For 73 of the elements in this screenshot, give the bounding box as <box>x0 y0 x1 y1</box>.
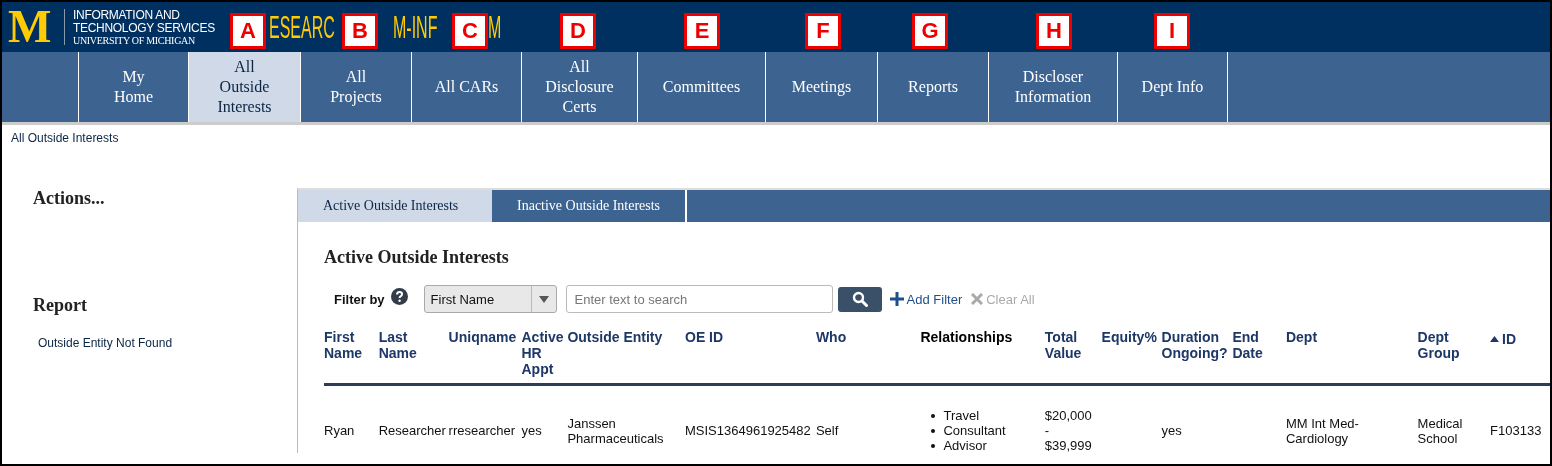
table-cell: Self <box>815 423 839 438</box>
search-button[interactable] <box>837 286 882 312</box>
callout-label: F <box>805 13 841 49</box>
org-name: UNIVERSITY OF MICHIGAN <box>73 34 196 46</box>
nav-tab[interactable]: All CARs <box>412 52 522 122</box>
nav-tab[interactable]: All Disclosure Certs <box>522 52 638 122</box>
table-cell: rresearcher <box>448 423 516 438</box>
table-cell: yes <box>1161 423 1182 438</box>
table-cell: Janssen Pharmaceuticals <box>567 415 664 446</box>
column-header[interactable]: Outside Entity <box>567 329 663 345</box>
callout-label: G <box>912 13 948 49</box>
site-title: ESEARC <box>269 9 335 45</box>
column-header[interactable]: Equity% <box>1101 329 1157 345</box>
column-header[interactable]: Duration Ongoing? <box>1161 329 1233 361</box>
sort-up-icon <box>1490 336 1500 342</box>
column-header: Relationships <box>920 329 1013 345</box>
nav-tab[interactable]: Committees <box>638 52 766 122</box>
org-name: INFORMATION AND <box>73 8 181 22</box>
column-header[interactable]: Active HR Appt <box>521 329 568 377</box>
filter-dropdown[interactable]: First Name <box>423 285 557 313</box>
section-title: Report <box>33 295 87 316</box>
callout-label: C <box>452 13 488 49</box>
section-title: Actions... <box>33 188 105 209</box>
filter-label: Filter by <box>334 291 385 307</box>
table-cell: MSIS1364961925482 <box>685 423 811 438</box>
report-link[interactable]: Outside Entity Not Found <box>38 336 173 350</box>
nav-tab[interactable]: All Projects <box>301 52 412 122</box>
callout-label: H <box>1036 13 1072 49</box>
column-header[interactable]: Uniqname <box>448 329 517 345</box>
column-header[interactable]: Dept <box>1285 329 1318 345</box>
relationship-item: Consultant <box>943 423 1006 438</box>
relationship-item: Travel <box>943 408 980 423</box>
nav-tab[interactable]: Reports <box>878 52 989 122</box>
caret-icon <box>538 295 549 303</box>
callout-label: I <box>1154 13 1190 49</box>
help-icon[interactable] <box>390 287 408 305</box>
table-cell: $20,000 - $39,999 <box>1044 408 1092 453</box>
site-title: M <box>488 9 502 45</box>
breadcrumb[interactable]: All Outside Interests <box>11 131 119 145</box>
logo: M <box>8 7 51 47</box>
column-header[interactable]: Last Name <box>378 329 449 361</box>
table-cell: MM Int Med- Cardiology <box>1285 415 1359 446</box>
panel-heading: Active Outside Interests <box>324 247 509 268</box>
table-cell: F103133 <box>1490 423 1542 438</box>
site-title: M-INF <box>393 9 438 45</box>
column-header[interactable]: First Name <box>324 329 379 361</box>
column-header[interactable]: Who <box>815 329 847 345</box>
column-header[interactable]: Total Value <box>1044 329 1102 361</box>
callout-label: D <box>560 13 596 49</box>
table-cell: Medical School <box>1417 415 1463 446</box>
tab[interactable]: Inactive Outside Interests <box>492 190 688 222</box>
close-icon <box>971 293 984 305</box>
add-filter-link[interactable]: Add Filter <box>889 291 963 307</box>
callout-label: B <box>342 13 378 49</box>
relationship-item: Advisor <box>943 438 987 453</box>
tab[interactable]: Active Outside Interests <box>298 190 492 222</box>
callout-label: A <box>230 13 266 49</box>
column-header[interactable]: Dept Group <box>1417 329 1491 361</box>
search-icon <box>851 291 868 307</box>
nav-tab[interactable]: Meetings <box>766 52 878 122</box>
table-cell: yes <box>521 423 542 438</box>
callout-label: E <box>684 13 720 49</box>
plus-icon <box>889 292 904 306</box>
table-cell: Ryan <box>324 423 355 438</box>
org-name: TECHNOLOGY SERVICES <box>73 21 216 35</box>
column-header[interactable]: ID <box>1490 331 1517 347</box>
table-cell: Researcher <box>378 423 446 438</box>
nav-tab[interactable]: All Outside Interests <box>189 52 301 122</box>
column-header[interactable]: OE ID <box>685 329 724 345</box>
search-field[interactable]: Enter text to search <box>565 285 833 313</box>
column-header[interactable]: End Date <box>1232 329 1286 361</box>
nav-tab[interactable]: Dept Info <box>1118 52 1228 122</box>
nav-tab[interactable]: Discloser Information <box>989 52 1118 122</box>
